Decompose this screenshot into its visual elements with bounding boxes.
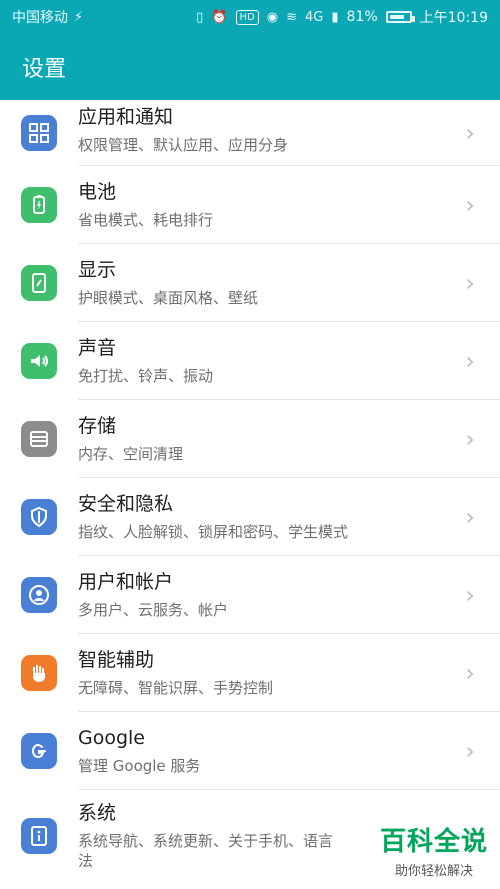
chevron-right-icon: › — [465, 119, 475, 147]
info-icon — [21, 818, 57, 854]
chevron-right-icon: › — [465, 737, 475, 765]
watermark-title: 百科全说 — [379, 827, 488, 857]
row-text: 声音免打扰、铃声、振动 — [78, 336, 458, 386]
row-title: 电池 — [78, 181, 117, 203]
apps-icon — [21, 115, 57, 151]
row-subtitle: 免打扰、铃声、振动 — [78, 367, 214, 385]
battery-icon — [21, 187, 57, 223]
user-icon — [21, 577, 57, 613]
row-title: 用户和帐户 — [78, 571, 174, 593]
battery-level — [389, 15, 405, 19]
battery-percent: 81% — [346, 9, 378, 25]
hd-icon: HD — [235, 9, 259, 25]
settings-row-4[interactable]: 声音 免打扰、铃声、振动 › — [0, 322, 500, 400]
shield-icon — [21, 499, 57, 535]
row-text: 应用和通知权限管理、默认应用、应用分身 — [78, 105, 458, 155]
chevron-right-icon: › — [465, 269, 475, 297]
app-bar: 设置 — [0, 34, 500, 100]
row-text: Google 管理 Google 服务 — [78, 726, 458, 776]
row-subtitle: 权限管理、默认应用、应用分身 — [78, 136, 289, 154]
display-icon — [21, 265, 57, 301]
row-subtitle: 护眼模式、桌面风格、壁纸 — [78, 289, 259, 307]
watermark: 百科全说 助你轻松解决 — [380, 821, 488, 879]
eye-icon: ◉ — [266, 9, 279, 25]
settings-row-7[interactable]: 用户和帐户 多用户、云服务、帐户 › — [0, 556, 500, 634]
status-bar: 中国移动 ⚡ ▯ ⏰ HD ◉ ≋ 4G ▮ 81% 上午10:19 — [0, 0, 500, 34]
settings-row-3[interactable]: 显示 护眼模式、桌面风格、壁纸 › — [0, 244, 500, 322]
row-title: 安全和隐私 — [78, 493, 174, 515]
settings-row-5[interactable]: 存储 内存、空间清理 › — [0, 400, 500, 478]
status-right: ▯ ⏰ HD ◉ ≋ 4G ▮ 81% 上午10:19 — [196, 7, 488, 27]
row-text: 显示护眼模式、桌面风格、壁纸 — [78, 258, 458, 308]
settings-row-6[interactable]: 安全和隐私 指纹、人脸解锁、锁屏和密码、学生模式 › — [0, 478, 500, 556]
chevron-right-icon: › — [465, 191, 475, 219]
row-title: 显示 — [78, 259, 117, 281]
row-title: 声音 — [78, 337, 117, 359]
google-icon — [21, 733, 57, 769]
network-type-label: 4G — [305, 9, 324, 25]
row-text: 安全和隐私指纹、人脸解锁、锁屏和密码、学生模式 — [78, 492, 458, 542]
chevron-right-icon: › — [465, 659, 475, 687]
chevron-right-icon: › — [465, 425, 475, 453]
status-left: 中国移动 ⚡ — [12, 7, 83, 27]
row-title: 存储 — [78, 415, 117, 437]
time: 上午10:19 — [419, 10, 488, 26]
settings-row-1[interactable]: 应用和通知 权限管理、默认应用、应用分身 › — [0, 100, 500, 166]
sound-icon — [21, 343, 57, 379]
row-subtitle: 指纹、人脸解锁、锁屏和密码、学生模式 — [78, 523, 349, 541]
row-text: 存储 内存、空间清理 — [78, 414, 458, 464]
settings-row-2[interactable]: 电池 省电模式、耗电排行 › — [0, 166, 500, 244]
watermark-subtitle: 助你轻松解决 — [394, 864, 473, 879]
row-text: 电池省电模式、耗电排行 — [78, 180, 458, 230]
row-subtitle: 内存、空间清理 — [78, 445, 184, 463]
row-subtitle: 管理 Google 服务 — [78, 757, 201, 775]
chevron-right-icon: › — [465, 347, 475, 375]
row-subtitle: 无障碍、智能识屏、手势控制 — [78, 679, 274, 697]
settings-row-8[interactable]: 智能辅助 无障碍、智能识屏、手势控制 › — [0, 634, 500, 712]
settings-list[interactable]: 应用和通知 权限管理、默认应用、应用分身 › 电池 省电模式、耗电排行 › 显示 护眼模式、桌… — [0, 100, 500, 889]
chevron-right-icon: › — [465, 581, 475, 609]
wifi-icon: ≋ — [286, 9, 297, 25]
charging-icon: ⚡ — [74, 9, 84, 25]
page-title: 设置 — [22, 57, 67, 82]
settings-row-9[interactable]: Google 管理 Google 服务 › — [0, 712, 500, 790]
row-title: 应用和通知 — [78, 106, 174, 128]
row-title: Google — [78, 727, 146, 749]
vibrate-icon: ▯ — [196, 9, 204, 25]
row-subtitle: 省电模式、耗电排行 — [78, 211, 214, 229]
battery-icon — [385, 11, 415, 23]
row-subtitle: 多用户、云服务、帐户 — [78, 601, 229, 619]
alarm-icon: ⏰ — [211, 9, 228, 25]
row-text: 用户和帐户多用户、云服务、帐户 — [78, 570, 458, 620]
signal-icon: ▮ — [331, 9, 339, 25]
chevron-right-icon: › — [465, 503, 475, 531]
row-title: 智能辅助 — [78, 649, 155, 671]
storage-icon — [21, 421, 57, 457]
carrier-label: 中国移动 — [12, 10, 68, 26]
row-text: 智能辅助无障碍、智能识屏、手势控制 — [78, 648, 458, 698]
hand-icon — [21, 655, 57, 691]
